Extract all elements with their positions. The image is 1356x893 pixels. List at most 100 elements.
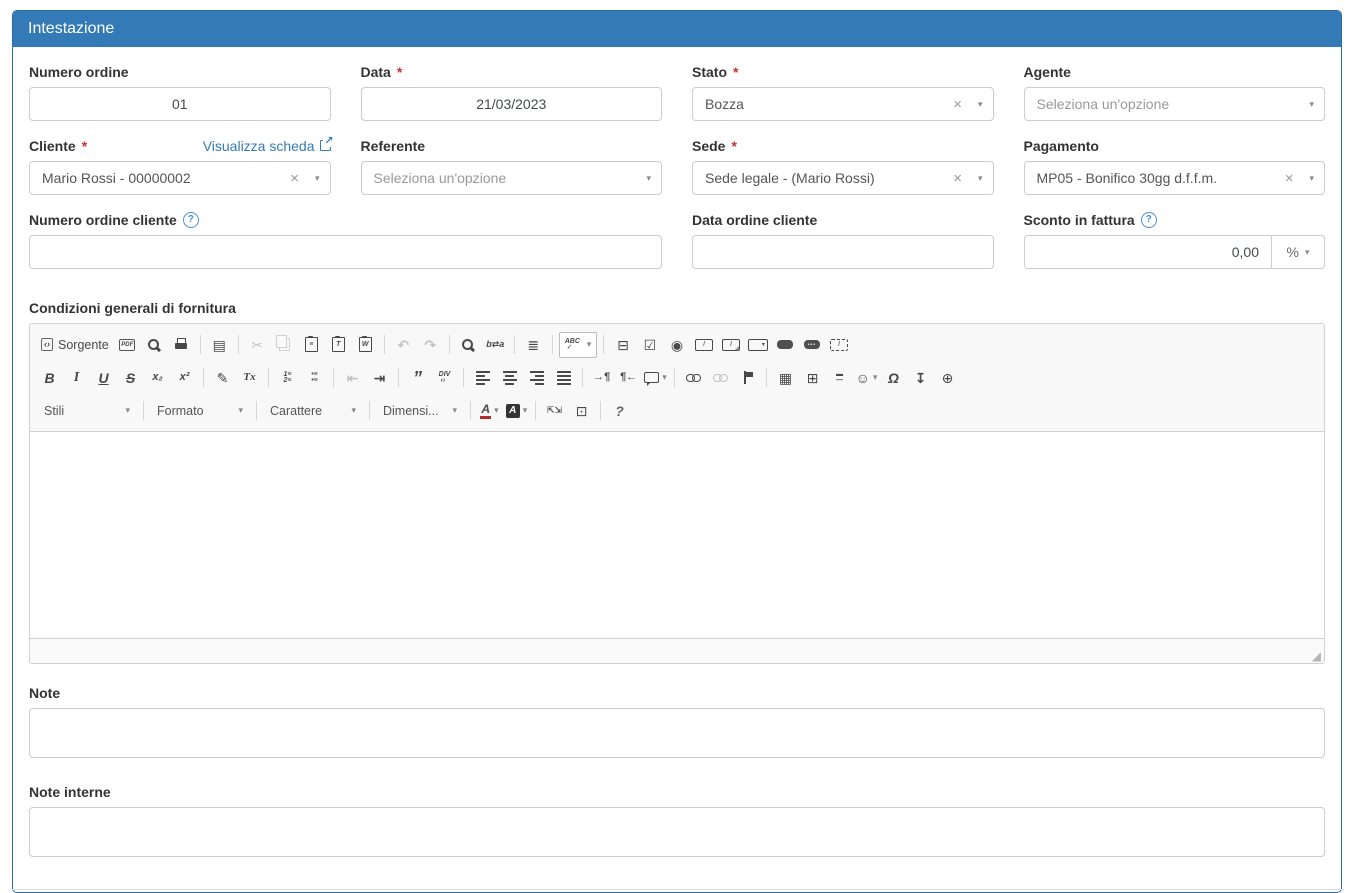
form-button[interactable]: ⊟ (610, 333, 635, 357)
format-combo[interactable]: Formato▾ (149, 399, 251, 422)
preview-icon (147, 338, 161, 352)
blockquote-button[interactable]: ” (405, 366, 430, 390)
bold-button[interactable]: B (37, 366, 62, 390)
undo-button[interactable]: ↶ (391, 333, 416, 357)
stato-select[interactable]: Bozza × ▾ (692, 87, 994, 121)
image-button[interactable]: ▦ (773, 366, 798, 390)
bidi-ltr-button[interactable]: →¶ (589, 366, 614, 390)
pdf-export-button[interactable]: PDF (115, 333, 140, 357)
page-break-button[interactable]: ↧ (908, 366, 933, 390)
paste-word-button[interactable]: W (353, 333, 378, 357)
referente-select[interactable]: Seleziona un'opzione ▾ (361, 161, 663, 195)
text-field-button[interactable]: I (691, 333, 716, 357)
subscript-button[interactable]: x₂ (145, 366, 170, 390)
language-button[interactable]: ▾ (643, 366, 668, 390)
preview-button[interactable] (142, 333, 167, 357)
clear-icon[interactable]: × (1285, 171, 1294, 186)
unlink-button[interactable] (708, 366, 733, 390)
paste-text-button[interactable]: T (326, 333, 351, 357)
note-textarea[interactable] (29, 708, 1325, 758)
help-icon[interactable]: ? (183, 212, 199, 228)
remove-format-button[interactable]: Tx (237, 366, 262, 390)
editor-content-area[interactable] (30, 432, 1324, 638)
styles-combo[interactable]: Stili▾ (36, 399, 138, 422)
note-interne-textarea[interactable] (29, 807, 1325, 857)
agente-select[interactable]: Seleziona un'opzione ▾ (1024, 87, 1326, 121)
data-input[interactable] (361, 87, 663, 121)
textarea-button[interactable]: I (718, 333, 743, 357)
radio-icon: ◉ (671, 338, 683, 352)
bg-color-button[interactable]: A▾ (504, 399, 529, 423)
anchor-button[interactable] (735, 366, 760, 390)
cliente-select[interactable]: Mario Rossi - 00000002 × ▾ (29, 161, 331, 195)
strikethrough-button[interactable]: S (118, 366, 143, 390)
redo-button[interactable]: ↷ (418, 333, 443, 357)
select-all-button[interactable]: ≣ (521, 333, 546, 357)
button-field-button[interactable] (772, 333, 797, 357)
sconto-input[interactable] (1025, 236, 1272, 268)
sconto-unit-select[interactable]: % ▾ (1271, 236, 1324, 268)
hidden-field-button[interactable]: I (826, 333, 851, 357)
pagamento-select[interactable]: MP05 - Bonifico 30gg d.f.f.m. × ▾ (1024, 161, 1326, 195)
align-right-button[interactable] (524, 366, 549, 390)
source-button[interactable]: ‹›Sorgente (37, 333, 113, 357)
checkbox-button[interactable]: ☑ (637, 333, 662, 357)
visualizza-scheda-link[interactable]: Visualizza scheda (203, 138, 331, 154)
find-button[interactable] (456, 333, 481, 357)
table-button[interactable]: ⊞ (800, 366, 825, 390)
align-left-button[interactable] (470, 366, 495, 390)
outdent-button[interactable]: ⇤ (340, 366, 365, 390)
bidi-ltr-icon: →¶ (593, 372, 610, 383)
iframe-button[interactable]: ⊕ (935, 366, 960, 390)
clear-icon[interactable]: × (290, 171, 299, 186)
superscript-button[interactable]: x² (172, 366, 197, 390)
underline-icon: U (98, 371, 108, 385)
copy-button[interactable] (272, 333, 297, 357)
templates-button[interactable]: ▤ (207, 333, 232, 357)
resize-grip[interactable]: ◢ (1312, 650, 1321, 662)
maximize-icon: ⇱⇲ (547, 406, 562, 415)
div-container-button[interactable]: DIV ‹› (432, 366, 457, 390)
divider (674, 368, 675, 387)
clear-icon[interactable]: × (953, 171, 962, 186)
copy-formatting-button[interactable]: ✎ (210, 366, 235, 390)
font-size-combo[interactable]: Dimensi...▾ (375, 399, 465, 422)
help-icon[interactable]: ? (1141, 212, 1157, 228)
numbered-list-button[interactable]: 1≡ 2≡ (275, 366, 300, 390)
link-button[interactable] (681, 366, 706, 390)
replace-button[interactable]: b⇄a (483, 333, 508, 357)
print-button[interactable] (169, 333, 194, 357)
cut-button[interactable]: ✂ (245, 333, 270, 357)
sede-value: Sede legale - (Mario Rossi) (705, 170, 947, 186)
indent-button[interactable]: ⇥ (367, 366, 392, 390)
align-justify-button[interactable] (551, 366, 576, 390)
bidi-rtl-button[interactable]: ¶← (616, 366, 641, 390)
sede-select[interactable]: Sede legale - (Mario Rossi) × ▾ (692, 161, 994, 195)
clear-icon[interactable]: × (953, 97, 962, 112)
smiley-button[interactable]: ☺▾ (854, 366, 879, 390)
numero-ordine-cliente-input[interactable] (29, 235, 662, 269)
text-color-button[interactable]: A▾ (477, 399, 502, 423)
numero-ordine-input[interactable] (29, 87, 331, 121)
panel-body: Numero ordine Data* Stato* Bozza × ▾ Age… (13, 47, 1341, 892)
italic-button[interactable]: I (64, 366, 89, 390)
bulleted-list-button[interactable]: •≡ •≡ (302, 366, 327, 390)
show-blocks-button[interactable]: ⊡ (569, 399, 594, 423)
paste-button[interactable]: ≡ (299, 333, 324, 357)
underline-button[interactable]: U (91, 366, 116, 390)
radio-button[interactable]: ◉ (664, 333, 689, 357)
special-char-button[interactable]: Ω (881, 366, 906, 390)
align-center-button[interactable] (497, 366, 522, 390)
panel-title: Intestazione (13, 11, 1341, 47)
maximize-button[interactable]: ⇱⇲ (542, 399, 567, 423)
spellcheck-button[interactable]: ABC ✓▾ (559, 332, 598, 358)
select-field-button[interactable]: ▾ (745, 333, 770, 357)
about-icon: ? (615, 404, 624, 418)
data-ordine-cliente-input[interactable] (692, 235, 994, 269)
font-combo[interactable]: Carattere▾ (262, 399, 364, 422)
chevron-down-icon: ▾ (978, 174, 983, 183)
image-button-button[interactable]: ••• (799, 333, 824, 357)
horizontal-rule-button[interactable]: ▬ ― (827, 366, 852, 390)
editor-status-bar: ◢ (30, 638, 1324, 663)
about-button[interactable]: ? (607, 399, 632, 423)
